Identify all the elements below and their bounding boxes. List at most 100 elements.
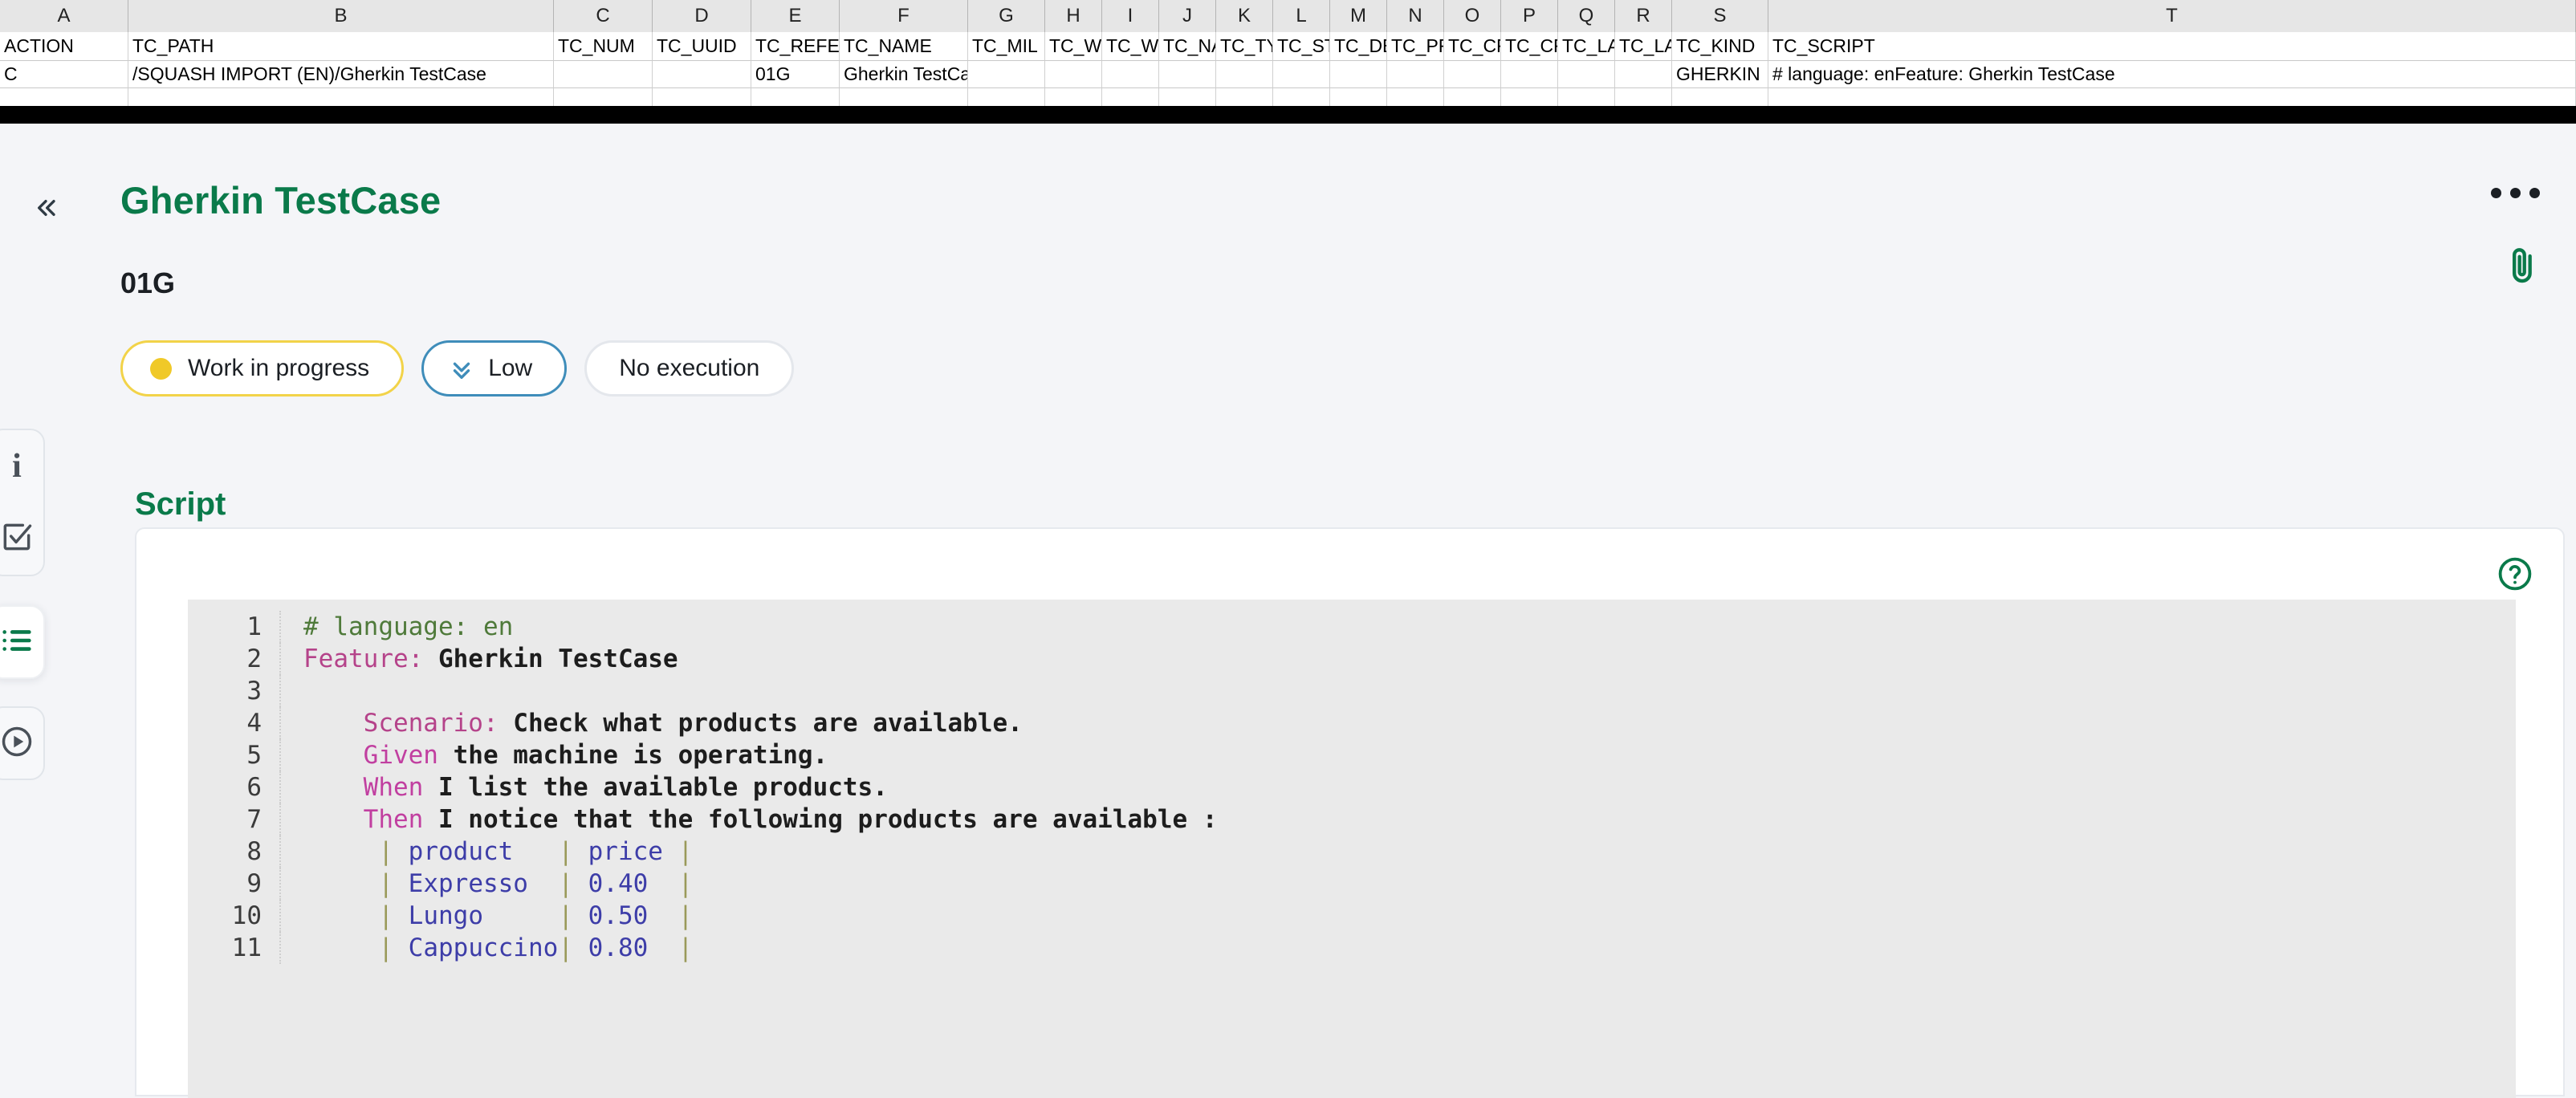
cell-M[interactable] — [1330, 61, 1387, 88]
chevron-double-left-icon[interactable] — [24, 186, 67, 230]
sidebar-item-script[interactable] — [0, 607, 45, 677]
cell-O[interactable] — [1444, 88, 1501, 106]
cell-B[interactable]: TC_PATH — [128, 32, 554, 61]
cell-E[interactable]: TC_REFE — [751, 32, 840, 61]
cell-A[interactable]: C — [0, 61, 128, 88]
column-header-S[interactable]: S — [1672, 0, 1768, 32]
column-header-H[interactable]: H — [1045, 0, 1102, 32]
cell-F[interactable] — [840, 88, 968, 106]
column-header-N[interactable]: N — [1387, 0, 1444, 32]
cell-S[interactable] — [1672, 88, 1768, 106]
code-line[interactable]: 1 # language: en — [188, 611, 2516, 643]
cell-Q[interactable] — [1558, 61, 1615, 88]
cell-D[interactable]: TC_UUID — [653, 32, 751, 61]
cell-O[interactable] — [1444, 61, 1501, 88]
status-badge[interactable]: Work in progress — [120, 340, 405, 396]
cell-K[interactable] — [1216, 61, 1273, 88]
spreadsheet-column-headers[interactable]: ABCDEFGHIJKLMNOPQRST — [0, 0, 2576, 32]
cell-B[interactable]: /SQUASH IMPORT (EN)/Gherkin TestCase — [128, 61, 554, 88]
cell-S[interactable]: GHERKIN — [1672, 61, 1768, 88]
cell-E[interactable]: 01G — [751, 61, 840, 88]
column-header-R[interactable]: R — [1615, 0, 1672, 32]
cell-R[interactable]: TC_LA — [1615, 32, 1672, 61]
code-line[interactable]: 2 Feature: Gherkin TestCase — [188, 643, 2516, 675]
column-header-M[interactable]: M — [1330, 0, 1387, 32]
cell-I[interactable] — [1102, 88, 1159, 106]
cell-M[interactable] — [1330, 88, 1387, 106]
cell-T[interactable]: # language: enFeature: Gherkin TestCase — [1768, 61, 2576, 88]
gherkin-code-editor[interactable]: 1 # language: en 2 Feature: Gherkin TestCas… — [188, 600, 2516, 1098]
code-line[interactable]: 11 | Cappuccino| 0.80 | — [188, 932, 2516, 964]
column-header-A[interactable]: A — [0, 0, 128, 32]
cell-S[interactable]: TC_KIND — [1672, 32, 1768, 61]
sidebar-item-information[interactable]: i — [0, 430, 45, 502]
cell-L[interactable] — [1273, 88, 1330, 106]
cell-P[interactable] — [1501, 61, 1558, 88]
help-circle-icon[interactable] — [2496, 555, 2534, 597]
cell-K[interactable]: TC_TYF — [1216, 32, 1273, 61]
column-header-K[interactable]: K — [1216, 0, 1273, 32]
cell-R[interactable] — [1615, 88, 1672, 106]
cell-D[interactable] — [653, 88, 751, 106]
cell-O[interactable]: TC_CR — [1444, 32, 1501, 61]
cell-H[interactable]: TC_WE — [1045, 32, 1102, 61]
spreadsheet-data-row[interactable]: C/SQUASH IMPORT (EN)/Gherkin TestCase 01G… — [0, 61, 2576, 88]
cell-I[interactable]: TC_WE — [1102, 32, 1159, 61]
cell-K[interactable] — [1216, 88, 1273, 106]
cell-H[interactable] — [1045, 61, 1102, 88]
cell-J[interactable]: TC_NA — [1159, 32, 1216, 61]
cell-E[interactable] — [751, 88, 840, 106]
more-options-icon[interactable] — [2491, 188, 2540, 198]
column-header-T[interactable]: T — [1768, 0, 2576, 32]
cell-N[interactable] — [1387, 88, 1444, 106]
code-line[interactable]: 9 | Expresso | 0.40 | — [188, 868, 2516, 900]
cell-G[interactable] — [968, 88, 1045, 106]
column-header-C[interactable]: C — [554, 0, 653, 32]
column-header-O[interactable]: O — [1444, 0, 1501, 32]
column-header-Q[interactable]: Q — [1558, 0, 1615, 32]
column-header-E[interactable]: E — [751, 0, 840, 32]
cell-F[interactable]: Gherkin TestCase — [840, 61, 968, 88]
column-header-P[interactable]: P — [1501, 0, 1558, 32]
code-line[interactable]: 4 Scenario: Check what products are avai… — [188, 707, 2516, 739]
cell-G[interactable]: TC_MIL — [968, 32, 1045, 61]
code-line[interactable]: 6 When I list the available products. — [188, 771, 2516, 803]
cell-R[interactable] — [1615, 61, 1672, 88]
cell-I[interactable] — [1102, 61, 1159, 88]
code-line[interactable]: 7 Then I notice that the following produ… — [188, 803, 2516, 836]
paperclip-icon[interactable] — [2502, 242, 2544, 293]
cell-T[interactable] — [1768, 88, 2576, 106]
column-header-D[interactable]: D — [653, 0, 751, 32]
cell-F[interactable]: TC_NAME — [840, 32, 968, 61]
column-header-I[interactable]: I — [1102, 0, 1159, 32]
cell-D[interactable] — [653, 61, 751, 88]
cell-C[interactable] — [554, 88, 653, 106]
column-header-J[interactable]: J — [1159, 0, 1216, 32]
cell-C[interactable] — [554, 61, 653, 88]
cell-T[interactable]: TC_SCRIPT — [1768, 32, 2576, 61]
execution-status-badge[interactable]: No execution — [584, 340, 795, 396]
sidebar-item-test-steps[interactable] — [0, 502, 45, 575]
cell-Q[interactable] — [1558, 88, 1615, 106]
spreadsheet-header-row[interactable]: ACTION TC_PATH TC_NUM TC_UUID TC_REFE TC_NAME… — [0, 32, 2576, 61]
cell-B[interactable] — [128, 88, 554, 106]
priority-badge[interactable]: Low — [421, 340, 568, 396]
cell-J[interactable] — [1159, 88, 1216, 106]
cell-P[interactable] — [1501, 88, 1558, 106]
sidebar-item-executions[interactable] — [0, 708, 45, 779]
cell-M[interactable]: TC_DE — [1330, 32, 1387, 61]
cell-A[interactable]: ACTION — [0, 32, 128, 61]
spreadsheet-empty-row[interactable] — [0, 88, 2576, 106]
cell-P[interactable]: TC_CR — [1501, 32, 1558, 61]
column-header-G[interactable]: G — [968, 0, 1045, 32]
cell-H[interactable] — [1045, 88, 1102, 106]
cell-N[interactable] — [1387, 61, 1444, 88]
code-line[interactable]: 10 | Lungo | 0.50 | — [188, 900, 2516, 932]
cell-A[interactable] — [0, 88, 128, 106]
cell-L[interactable]: TC_ST/ — [1273, 32, 1330, 61]
cell-J[interactable] — [1159, 61, 1216, 88]
code-line[interactable]: 5 Given the machine is operating. — [188, 739, 2516, 771]
cell-Q[interactable]: TC_LA — [1558, 32, 1615, 61]
cell-N[interactable]: TC_PR — [1387, 32, 1444, 61]
cell-G[interactable] — [968, 61, 1045, 88]
